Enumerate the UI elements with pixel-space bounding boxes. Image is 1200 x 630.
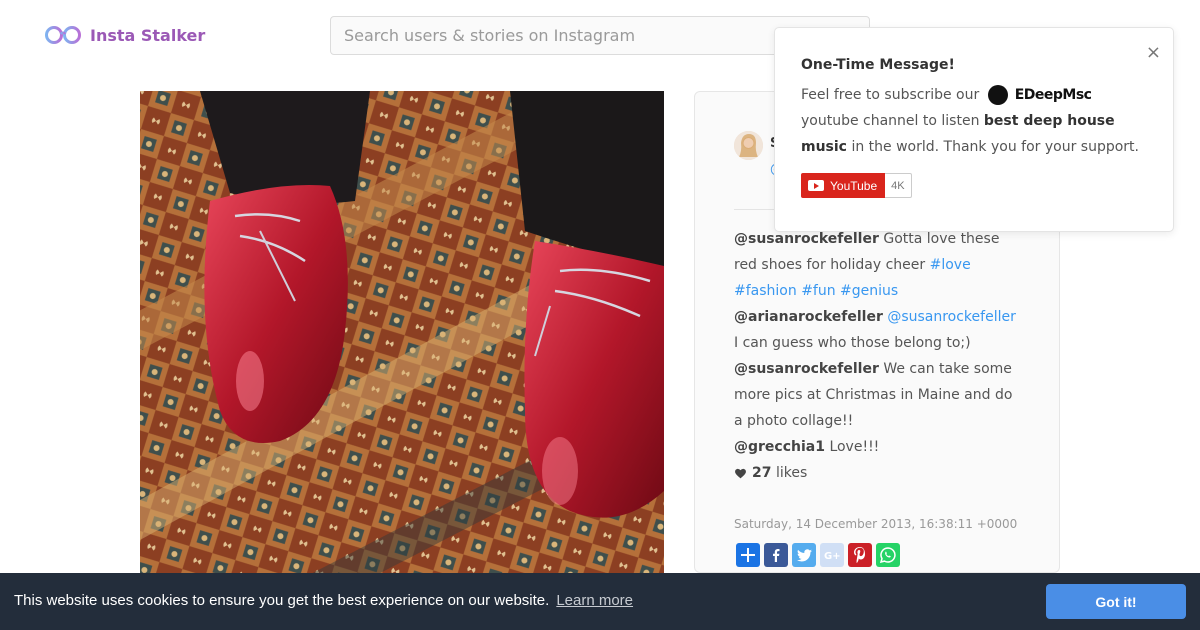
comment-author[interactable]: @grecchia1 [734,439,825,455]
heart-icon [735,468,746,478]
youtube-icon [808,180,824,191]
channel-name: EDeepMsc [1014,87,1092,103]
youtube-subscribe[interactable]: YouTube 4K [801,173,912,198]
hashtag[interactable]: #fun [801,283,835,299]
twitter-icon[interactable] [792,543,816,567]
facebook-icon[interactable] [764,543,788,567]
brand-name: Insta Stalker [90,25,206,45]
learn-more-link[interactable]: Learn more [556,592,633,609]
hashtag[interactable]: #fashion [734,283,797,299]
likes-label: likes [775,465,808,481]
likes-count: 27 [752,465,772,481]
cookie-text: This website uses cookies to ensure you … [14,592,550,609]
subscriber-count: 4K [885,173,912,198]
hashtag[interactable]: #love [930,257,971,273]
brand-logo[interactable]: Insta Stalker [44,22,205,48]
popup-text: in the world. Thank you for your support… [851,139,1139,155]
youtube-label: YouTube [830,178,878,193]
cookie-banner: This website uses cookies to ensure you … [0,573,1200,630]
comment: @susanrockefeller We can take some more … [734,356,1024,434]
hashtag[interactable]: #genius [840,283,898,299]
comment: @grecchia1 Love!!! [734,434,1024,460]
glasses-icon [45,26,81,44]
got-it-button[interactable]: Got it! [1046,584,1186,619]
channel-link[interactable]: EDeepMsc [987,82,1092,108]
comment-author[interactable]: @susanrockefeller [734,361,879,377]
post-date: Saturday, 14 December 2013, 16:38:11 +00… [734,517,1018,531]
popup-text: Feel free to subscribe our [801,87,980,103]
channel-logo-icon [987,85,1008,105]
comment-text: Love!!! [829,439,880,455]
google-plus-icon[interactable]: G+ [820,543,844,567]
mention[interactable]: @susanrockefeller [887,309,1016,325]
comment-text: I can guess who those belong to;) [734,335,971,351]
popup-body: Feel free to subscribe our EDeepMsc yout… [801,82,1153,160]
svg-text:G+: G+ [824,551,840,561]
share-icon[interactable] [736,543,760,567]
comment: @susanrockefeller Gotta love these red s… [734,226,1024,304]
comment: @arianarockefeller @susanrockefeller I c… [734,304,1024,356]
comment-author[interactable]: @susanrockefeller [734,231,879,247]
pinterest-icon[interactable] [848,543,872,567]
avatar[interactable] [734,131,763,160]
comments-list: @susanrockefeller Gotta love these red s… [734,226,1024,486]
share-buttons: G+ [736,543,900,567]
popup-title: One-Time Message! [801,57,955,73]
cookie-message: This website uses cookies to ensure you … [14,592,633,609]
youtube-button[interactable]: YouTube [801,173,886,198]
whatsapp-icon[interactable] [876,543,900,567]
close-icon[interactable]: × [1146,42,1161,63]
likes-row: 27 likes [734,460,1024,486]
popup-text: youtube channel to listen [801,113,980,129]
one-time-message-popup: × One-Time Message! Feel free to subscri… [774,27,1174,232]
post-photo[interactable] [140,91,664,573]
comment-author[interactable]: @arianarockefeller [734,309,883,325]
